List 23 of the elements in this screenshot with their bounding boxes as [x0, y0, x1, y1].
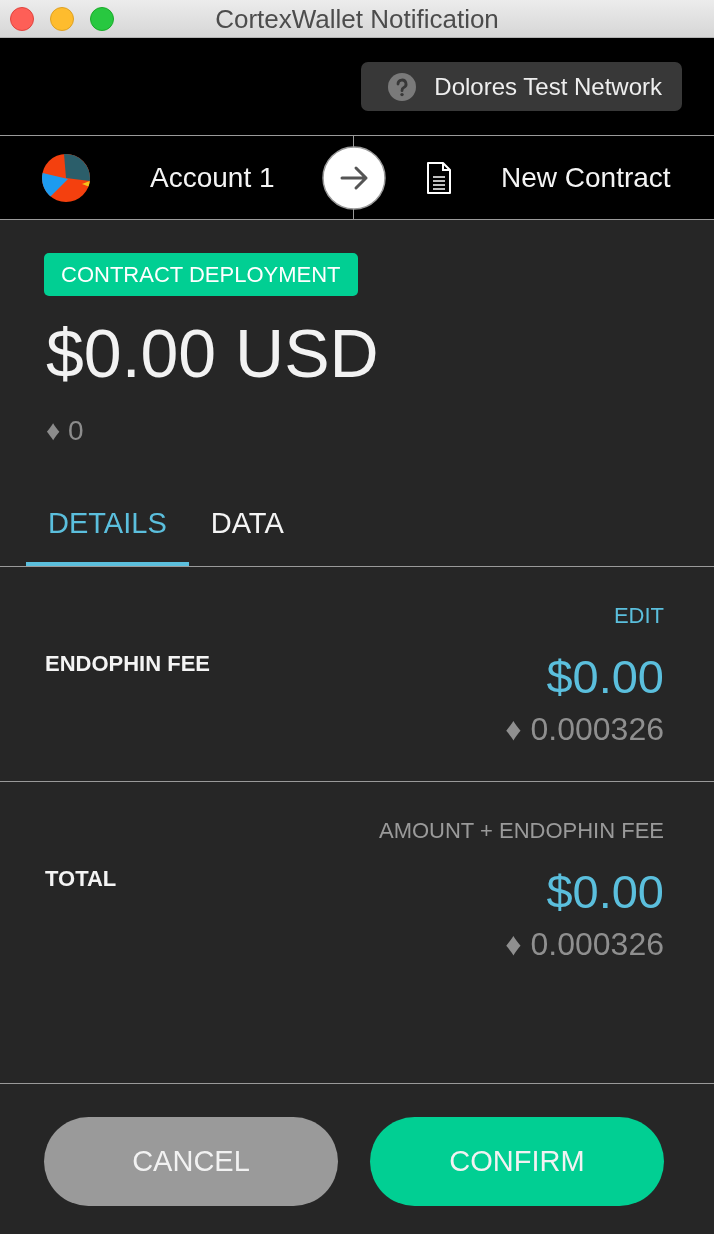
minimize-button[interactable] — [50, 6, 74, 31]
document-icon — [426, 160, 452, 195]
network-button[interactable]: Dolores Test Network — [361, 62, 682, 111]
fiat-amount: $0.00 — [546, 653, 664, 700]
native-amount: ♦ 0.000326 — [505, 928, 664, 960]
edit-link[interactable]: EDIT — [613, 605, 664, 627]
native-amount: ♦ 0.000326 — [505, 713, 664, 745]
window-title: CortexWallet Notification — [215, 5, 499, 32]
zoom-button[interactable] — [90, 6, 114, 31]
total-note: AMOUNT + ENDOPHIN FEE — [378, 820, 664, 842]
transaction-type-badge: CONTRACT DEPLOYMENT — [44, 253, 358, 296]
close-button[interactable] — [10, 6, 34, 31]
recipient-name: New Contract — [501, 163, 671, 192]
account-name: Account 1 — [150, 163, 275, 192]
total-label: TOTAL — [45, 867, 117, 890]
fiat-amount: $0.00 — [546, 868, 664, 915]
fee-label: ENDOPHIN FEE — [45, 652, 211, 675]
tab[interactable]: DATA — [188, 489, 306, 566]
native-amount: ♦ 0 — [46, 417, 84, 445]
pie-avatar-icon — [42, 153, 90, 202]
tab[interactable]: DETAILS — [26, 489, 189, 566]
amount-value: $0.00 USD — [46, 319, 380, 387]
help-icon — [388, 72, 417, 101]
